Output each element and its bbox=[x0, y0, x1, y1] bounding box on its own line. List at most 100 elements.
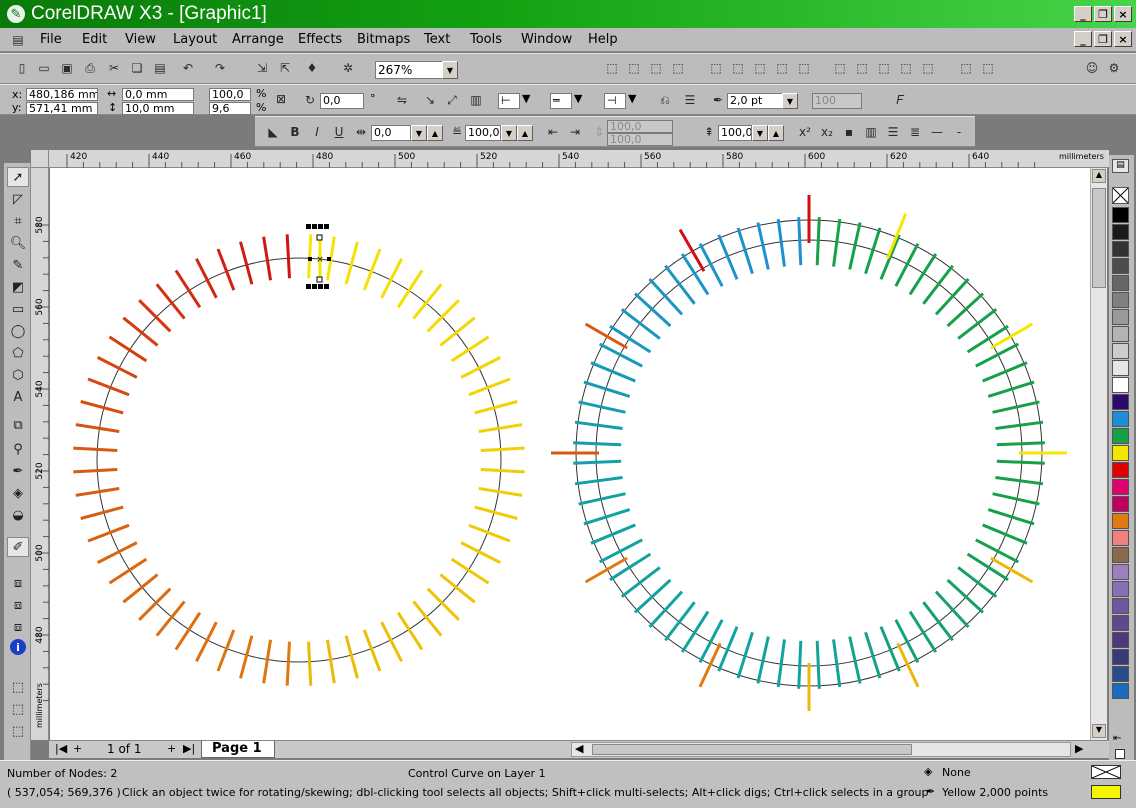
end-arrow-dropdown-icon[interactable]: ▼ bbox=[628, 92, 636, 106]
app-launcher-icon[interactable]: ♦ bbox=[302, 58, 322, 78]
save-icon[interactable]: ▣ bbox=[57, 58, 77, 78]
rectangle-tool-icon[interactable]: ▭ bbox=[7, 299, 29, 319]
color-swatch[interactable] bbox=[1112, 496, 1129, 512]
scale-x-field[interactable]: 100,0 bbox=[209, 88, 251, 101]
add-page-before-icon[interactable]: + bbox=[73, 742, 82, 756]
export-icon[interactable]: ⇱ bbox=[275, 58, 295, 78]
print-icon[interactable]: ⎙ bbox=[80, 58, 100, 78]
toolbar-icon-k[interactable]: ⬚ bbox=[852, 58, 872, 78]
x-position-field[interactable]: 480,186 mm bbox=[26, 88, 98, 101]
toolbar-icon-h[interactable]: ⬚ bbox=[772, 58, 792, 78]
zoom-level-field[interactable]: 267% bbox=[375, 61, 443, 79]
vertical-scrollbar[interactable]: ▲ ▼ bbox=[1090, 168, 1107, 740]
color-swatch[interactable] bbox=[1112, 360, 1129, 376]
first-page-icon[interactable]: |◀ bbox=[55, 742, 67, 756]
palette-options-icon[interactable]: ▤ bbox=[1112, 159, 1129, 173]
color-swatch[interactable] bbox=[1112, 411, 1129, 427]
char-spacing-down-icon[interactable]: ▼ bbox=[411, 125, 427, 141]
superscript-icon[interactable]: x² bbox=[795, 122, 815, 142]
outline-width-dropdown-icon[interactable]: ▼ bbox=[782, 93, 798, 109]
close-button[interactable]: × bbox=[1114, 6, 1132, 22]
outline-width-field[interactable]: 2,0 pt bbox=[727, 93, 783, 109]
color-swatch[interactable] bbox=[1112, 666, 1129, 682]
toolbar-icon-c[interactable]: ⬚ bbox=[646, 58, 666, 78]
cut-icon[interactable]: ✂ bbox=[104, 58, 124, 78]
toolbar-icon-p[interactable]: ⬚ bbox=[978, 58, 998, 78]
fill-swatch[interactable] bbox=[1091, 765, 1121, 779]
corel-online-icon[interactable]: ✲ bbox=[338, 58, 358, 78]
wrap-text-icon[interactable]: ⎌ bbox=[655, 90, 675, 110]
color-swatch[interactable] bbox=[1112, 343, 1129, 359]
height-field[interactable]: 10,0 mm bbox=[122, 102, 194, 115]
char-spacing-field[interactable]: 0,0 bbox=[371, 125, 411, 141]
zoom-tool-icon[interactable]: 🔍︎ bbox=[7, 233, 29, 253]
color-swatch[interactable] bbox=[1112, 479, 1129, 495]
menu-layout[interactable]: Layout bbox=[173, 32, 217, 47]
color-swatch[interactable] bbox=[1112, 683, 1129, 699]
columns-icon[interactable]: ▥ bbox=[861, 122, 881, 142]
frame-b-icon[interactable]: ⬚ bbox=[7, 699, 29, 719]
color-swatch[interactable] bbox=[1112, 547, 1129, 563]
color-swatch[interactable] bbox=[1112, 224, 1129, 240]
text-wrap-icon[interactable]: ☰ bbox=[680, 90, 700, 110]
frame-a-icon[interactable]: ⬚ bbox=[7, 677, 29, 697]
color-swatch[interactable] bbox=[1112, 241, 1129, 257]
toolbar-icon-b[interactable]: ⬚ bbox=[624, 58, 644, 78]
menu-bitmaps[interactable]: Bitmaps bbox=[357, 32, 410, 47]
toolbar-icon-e[interactable]: ⬚ bbox=[706, 58, 726, 78]
paragraph-spacing-up-icon[interactable]: ▲ bbox=[768, 125, 784, 141]
color-swatch[interactable] bbox=[1112, 564, 1129, 580]
menu-text[interactable]: Text bbox=[424, 32, 450, 47]
break-apart-icon[interactable]: ▥ bbox=[466, 90, 486, 110]
crop-tool-icon[interactable]: ⌗ bbox=[7, 211, 29, 231]
horizontal-ruler[interactable]: 420 440 460 480 500 520 540 560 580 600 620 640 mill… bbox=[49, 150, 1109, 168]
redo-icon[interactable]: ↷ bbox=[210, 58, 230, 78]
color-swatch[interactable] bbox=[1112, 649, 1129, 665]
lock-ratio-icon[interactable]: ⊠ bbox=[271, 89, 291, 109]
scroll-up-arrow-icon[interactable]: ▲ bbox=[1092, 169, 1106, 183]
color-swatch[interactable] bbox=[1112, 258, 1129, 274]
y-position-field[interactable]: 571,41 mm bbox=[26, 102, 98, 115]
scroll-left-arrow-icon[interactable]: ◀ bbox=[575, 742, 583, 756]
color-swatch[interactable] bbox=[1112, 428, 1129, 444]
toolbar-icon-m[interactable]: ⬚ bbox=[896, 58, 916, 78]
color-swatch[interactable] bbox=[1112, 377, 1129, 393]
toolbar-icon-i[interactable]: ⬚ bbox=[794, 58, 814, 78]
interactive-blend-tool-icon[interactable]: ⧉ bbox=[7, 415, 29, 435]
color-swatch[interactable] bbox=[1112, 275, 1129, 291]
outline-tool-icon[interactable]: ✒ bbox=[7, 461, 29, 481]
options-icon[interactable]: ⚙ bbox=[1104, 58, 1124, 78]
rotation-field[interactable]: 0,0 bbox=[320, 93, 364, 109]
end-arrow-field[interactable]: ⊣ bbox=[604, 93, 626, 109]
horizontal-scroll-thumb[interactable] bbox=[592, 744, 912, 755]
vertical-ruler[interactable]: 580 560 540 520 500 480 millimeters bbox=[31, 168, 49, 740]
line-style-field[interactable]: ═ bbox=[550, 93, 572, 109]
menu-arrange[interactable]: Arrange bbox=[232, 32, 284, 47]
toolbar-icon-l[interactable]: ⬚ bbox=[874, 58, 894, 78]
font-f-icon[interactable]: 𝐹 bbox=[890, 90, 910, 110]
shape-tool-icon[interactable]: ◸ bbox=[7, 189, 29, 209]
palette-scroll-icon[interactable]: ⇤ bbox=[1113, 733, 1121, 744]
palette-expand-icon[interactable] bbox=[1115, 749, 1125, 759]
polygon-tool-icon[interactable]: ⬠ bbox=[7, 343, 29, 363]
toolbar-icon-a[interactable]: ⬚ bbox=[602, 58, 622, 78]
to-curve-icon[interactable]: ↘ bbox=[420, 90, 440, 110]
color-swatch[interactable] bbox=[1112, 462, 1129, 478]
text-align-icon[interactable]: ◣ bbox=[263, 122, 283, 142]
color-swatch[interactable] bbox=[1112, 615, 1129, 631]
menu-file[interactable]: File bbox=[40, 32, 62, 47]
toolbar-icon-n[interactable]: ⬚ bbox=[918, 58, 938, 78]
start-arrow-field[interactable]: ⊢ bbox=[498, 93, 520, 109]
pick-tool-icon[interactable]: ➚ bbox=[7, 167, 29, 187]
underline-icon[interactable]: U bbox=[329, 122, 349, 142]
toolbar-icon-d[interactable]: ⬚ bbox=[668, 58, 688, 78]
color-swatch[interactable] bbox=[1112, 632, 1129, 648]
bold-icon[interactable]: B bbox=[285, 122, 305, 142]
new-icon[interactable]: ▯ bbox=[12, 58, 32, 78]
fill-tool-icon[interactable]: ◈ bbox=[7, 483, 29, 503]
italic-icon[interactable]: I bbox=[307, 122, 327, 142]
scroll-down-arrow-icon[interactable]: ▼ bbox=[1092, 724, 1106, 738]
word-spacing-down-icon[interactable]: ▼ bbox=[501, 125, 517, 141]
list-icon[interactable]: ☰ bbox=[883, 122, 903, 142]
char-spacing-up-icon[interactable]: ▲ bbox=[427, 125, 443, 141]
